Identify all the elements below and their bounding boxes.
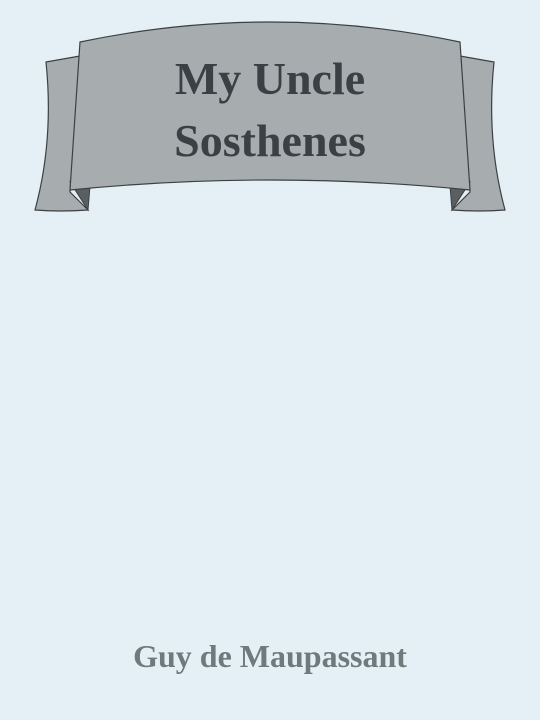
book-author: Guy de Maupassant bbox=[133, 638, 407, 674]
book-cover: My Uncle Sosthenes Guy de Maupassant bbox=[0, 0, 540, 720]
book-title: My Uncle Sosthenes bbox=[90, 48, 450, 172]
book-title-line-2: Sosthenes bbox=[174, 115, 366, 166]
book-title-line-1: My Uncle bbox=[174, 53, 366, 104]
